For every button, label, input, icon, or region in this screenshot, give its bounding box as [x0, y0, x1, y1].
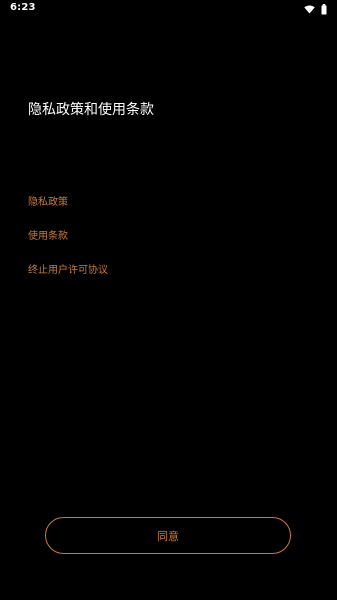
privacy-policy-link[interactable]: 隐私政策 — [28, 196, 108, 210]
eula-link[interactable]: 终止用户许可协议 — [28, 264, 108, 278]
battery-icon — [321, 3, 327, 15]
page-title: 隐私政策和使用条款 — [28, 102, 154, 118]
status-bar: 6:23 — [0, 0, 337, 20]
terms-of-use-link[interactable]: 使用条款 — [28, 230, 108, 244]
status-icons — [304, 2, 327, 16]
agree-button[interactable]: 同意 — [45, 517, 291, 554]
wifi-icon — [304, 4, 315, 14]
policy-link-list: 隐私政策 使用条款 终止用户许可协议 — [28, 196, 108, 298]
status-time: 6:23 — [10, 2, 36, 13]
